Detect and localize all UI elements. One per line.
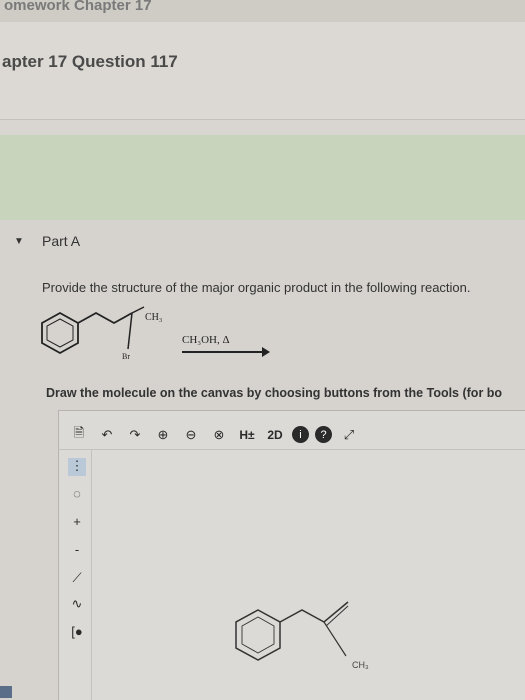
page-title: apter 17 Question 117 (2, 52, 178, 71)
reaction-arrow (182, 347, 270, 357)
product-ch3-label: CH₃ (352, 660, 369, 670)
zoom-out-icon[interactable]: ⊖ (180, 424, 202, 446)
part-label[interactable]: Part A (42, 233, 80, 249)
taskbar-icon (0, 686, 12, 698)
breadcrumb: omework Chapter 17 (0, 0, 525, 22)
ch3-substituent-label: CH₃ (145, 312, 163, 323)
page-header: apter 17 Question 117 (0, 22, 525, 120)
left-toolbar: ⋮ ◌ + - ⟋ ∿ [● (60, 450, 92, 700)
hydrogen-toggle-button[interactable]: H± (236, 424, 258, 446)
new-document-icon[interactable]: 🗎 (68, 424, 90, 446)
assignment-banner (0, 135, 525, 220)
single-bond-icon[interactable]: ⟋ (68, 570, 86, 588)
bracket-tool-icon[interactable]: [● (68, 624, 86, 642)
reagent-label: CH₃OH, Δ (182, 334, 230, 346)
question-instruction: Provide the structure of the major organ… (42, 280, 471, 295)
chain-tool-icon[interactable]: ∿ (68, 596, 86, 614)
eraser-tool-icon[interactable]: ◌ (68, 486, 86, 504)
remove-charge-icon[interactable]: - (68, 542, 86, 560)
add-charge-icon[interactable]: + (68, 514, 86, 532)
expand-icon[interactable]: ⤢ (338, 424, 360, 446)
collapse-arrow-icon[interactable]: ▼ (14, 236, 24, 247)
undo-icon[interactable]: ↶ (96, 424, 118, 446)
canvas-toolbar: 🗎 ↶ ↷ ⊕ ⊖ ⊗ H± 2D i ? ⤢ (58, 420, 525, 450)
canvas-instruction: Draw the molecule on the canvas by choos… (46, 386, 503, 400)
clear-icon[interactable]: ⊗ (208, 424, 230, 446)
redo-icon[interactable]: ↷ (124, 424, 146, 446)
select-tool-icon[interactable]: ⋮ (68, 458, 86, 476)
br-substituent-label: Br (122, 352, 130, 361)
zoom-in-icon[interactable]: ⊕ (152, 424, 174, 446)
2d-clean-button[interactable]: 2D (264, 424, 286, 446)
help-icon[interactable]: ? (315, 426, 332, 443)
info-icon[interactable]: i (292, 426, 309, 443)
